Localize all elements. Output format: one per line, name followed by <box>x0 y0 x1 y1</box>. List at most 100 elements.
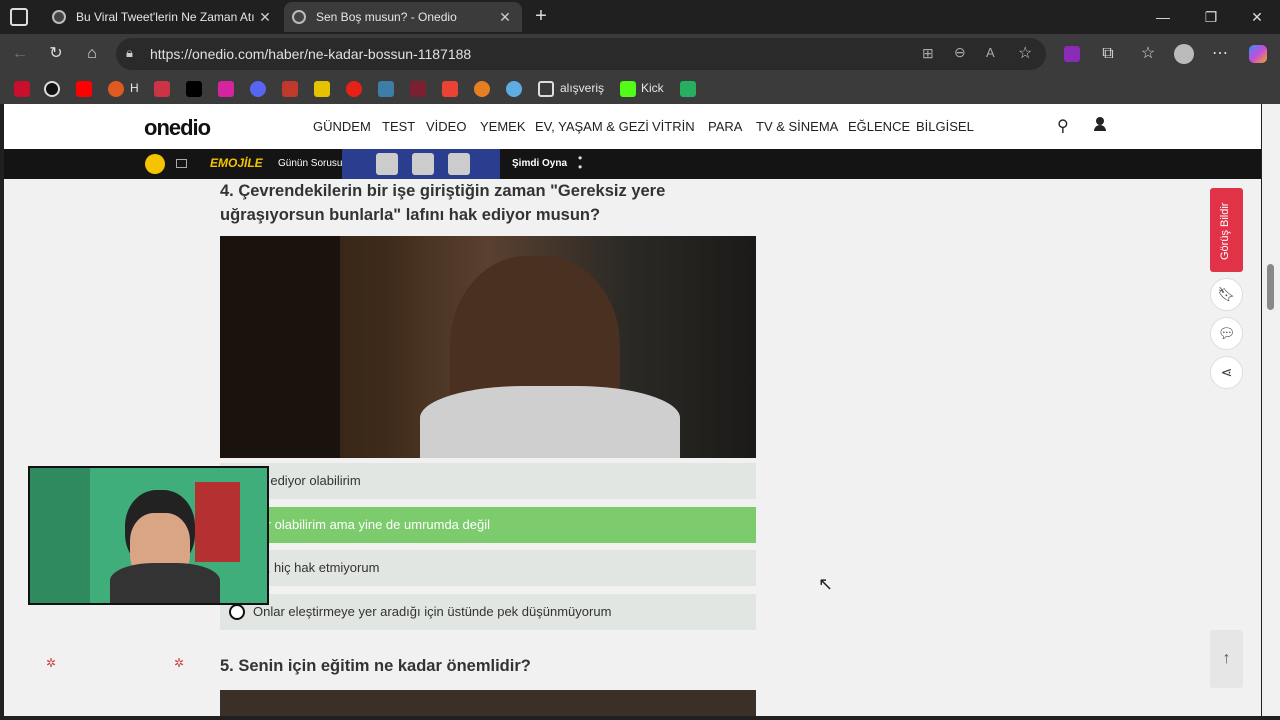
zoom-icon[interactable]: ⊖ <box>954 44 966 61</box>
close-window-button[interactable]: ✕ <box>1234 4 1280 30</box>
more-vertical-icon[interactable]: • • <box>578 152 582 173</box>
copilot-icon[interactable] <box>1246 42 1270 66</box>
face-emoji-icon <box>376 153 398 175</box>
youtube-icon[interactable] <box>76 81 92 97</box>
share-icon[interactable]: ⋖ <box>1210 356 1243 389</box>
bookmark-green-icon[interactable] <box>680 81 696 97</box>
feedback-label: Görüş Bildir <box>1219 202 1231 260</box>
bookmark-dark-icon[interactable] <box>410 81 426 97</box>
user-icon[interactable] <box>1094 117 1106 131</box>
tab-actions-icon[interactable] <box>10 8 28 26</box>
webcam-overlay <box>28 466 269 605</box>
extension-purple-icon[interactable] <box>1060 42 1084 66</box>
nav-yemek[interactable]: YEMEK <box>480 119 526 134</box>
folder-icon[interactable] <box>538 81 554 97</box>
lock-icon[interactable]: 🔒︎ <box>126 45 133 61</box>
nav-ev-yasam-gezi[interactable]: EV, YAŞAM & GEZİ <box>535 119 649 134</box>
option-3[interactable]: yır, hiç hak etmiyorum <box>220 550 756 586</box>
bookmark-icon[interactable]: 🔖︎ <box>1210 278 1243 311</box>
bookmark-cloud-icon[interactable] <box>378 81 394 97</box>
app-available-icon[interactable]: ⊞ <box>922 45 934 62</box>
nav-bilgisel[interactable]: BİLGİSEL <box>916 119 974 134</box>
bookmark-grid-icon[interactable] <box>154 81 170 97</box>
instagram-icon[interactable] <box>218 81 234 97</box>
feedback-button[interactable]: Görüş Bildir <box>1210 188 1243 272</box>
read-aloud-icon[interactable]: A <box>986 45 995 60</box>
decorative-icon: ✲ <box>46 656 57 670</box>
option-label: yır, hiç hak etmiyorum <box>253 560 380 575</box>
nav-para[interactable]: PARA <box>708 119 742 134</box>
refresh-icon[interactable]: ↻ <box>44 42 68 66</box>
more-options-icon[interactable]: ⋯ <box>1208 42 1232 66</box>
question-4-title: 4. Çevrendekilerin bir işe giriştiğin za… <box>220 182 666 224</box>
bookmark-play-icon[interactable] <box>346 81 362 97</box>
onedio-favicon-icon <box>52 10 66 24</box>
option-2-selected[interactable]: yor olabilirim ama yine de umrumda değil <box>220 507 756 543</box>
eraser-emoji-icon <box>448 153 470 175</box>
bookmark-reel-icon[interactable] <box>44 81 60 97</box>
nav-test[interactable]: TEST <box>382 119 415 134</box>
profile-avatar[interactable] <box>1172 42 1196 66</box>
scrollbar-thumb[interactable] <box>1267 264 1274 310</box>
gmail-icon[interactable] <box>442 81 458 97</box>
option-label: az ediyor olabilirim <box>253 473 361 488</box>
address-bar[interactable]: 🔒︎ https://onedio.com/haber/ne-kadar-bos… <box>116 38 1046 70</box>
site-logo[interactable]: onedio <box>144 115 211 141</box>
game-icon <box>145 154 165 174</box>
keyboard-icon <box>176 159 187 168</box>
nav-video[interactable]: VİDEO <box>426 119 466 134</box>
discord-icon[interactable] <box>250 81 266 97</box>
minimize-button[interactable]: — <box>1140 4 1186 30</box>
question-4-image <box>220 236 756 458</box>
bookmark-blue-icon[interactable] <box>506 81 522 97</box>
favorite-star-icon[interactable]: ☆ <box>1018 43 1032 63</box>
emojile-game-bar[interactable]: EMOJİLE Günün Sorusu Şimdi Oyna • • <box>4 149 1261 179</box>
option-4[interactable]: Onlar eleştirmeye yer aradığı için üstün… <box>220 594 756 630</box>
option-1[interactable]: az ediyor olabilirim <box>220 463 756 499</box>
nav-tv-sinema[interactable]: TV & SİNEMA <box>756 119 838 134</box>
favorites-icon[interactable]: ☆ <box>1136 42 1160 66</box>
simdi-oyna-link[interactable]: Şimdi Oyna <box>512 158 567 169</box>
back-icon[interactable]: ← <box>8 42 32 66</box>
url-text: https://onedio.com/haber/ne-kadar-bossun… <box>150 46 472 62</box>
tab-title: Sen Boş musun? - Onedio <box>316 10 457 24</box>
question-5-image <box>220 690 756 716</box>
bookmark-orange-icon[interactable] <box>108 81 124 97</box>
bookmark-yellow-icon[interactable] <box>314 81 330 97</box>
close-tab-icon[interactable]: ✕ <box>496 9 514 26</box>
kick-icon[interactable] <box>620 81 636 97</box>
navigation-bar: ← ↻ ⌂ 🔒︎ https://onedio.com/haber/ne-kad… <box>0 34 1280 74</box>
page-scrollbar[interactable] <box>1262 104 1280 716</box>
option-label: Onlar eleştirmeye yer aradığı için üstün… <box>253 604 612 619</box>
home-icon[interactable]: ⌂ <box>80 42 104 66</box>
tiktok-icon[interactable] <box>186 81 202 97</box>
mouse-cursor-icon: ↖ <box>818 574 834 594</box>
bookmark-red-icon[interactable] <box>14 81 30 97</box>
new-tab-button[interactable]: + <box>530 4 552 28</box>
comments-icon[interactable]: 💬︎ <box>1210 317 1243 350</box>
site-header: onedio GÜNDEM TEST VİDEO YEMEK EV, YAŞAM… <box>4 104 1261 149</box>
decorative-icon: ✲ <box>174 656 185 670</box>
gunun-sorusu-label: Günün Sorusu <box>278 158 343 169</box>
bookmark-folder-label[interactable]: alışveriş <box>560 81 604 95</box>
close-tab-icon[interactable]: ✕ <box>256 9 274 26</box>
scroll-to-top-button[interactable]: ↑ <box>1210 630 1243 688</box>
onedio-favicon-icon <box>292 10 306 24</box>
bookmark-kick-label[interactable]: Kick <box>641 81 664 95</box>
nav-eglence[interactable]: EĞLENCE <box>848 119 910 134</box>
tab-title: Bu Viral Tweet'lerin Ne Zaman Atı <box>76 10 255 24</box>
bookmark-circle-icon[interactable] <box>474 81 490 97</box>
nav-gundem[interactable]: GÜNDEM <box>313 119 371 134</box>
tab-strip: Bu Viral Tweet'lerin Ne Zaman Atı ✕ Sen … <box>0 0 1280 34</box>
bookmark-s-icon[interactable] <box>282 81 298 97</box>
radio-button[interactable] <box>229 604 245 620</box>
nav-vitrin[interactable]: VİTRİN <box>652 119 695 134</box>
emojile-brand: EMOJİLE <box>210 156 263 170</box>
search-icon[interactable]: ⚲ <box>1057 116 1069 136</box>
tab-sen-bos-musun[interactable]: Sen Boş musun? - Onedio ✕ <box>284 2 522 32</box>
restore-button[interactable]: ❐ <box>1188 4 1234 30</box>
emoji-puzzle <box>342 149 500 179</box>
extensions-icon[interactable]: ⧉ <box>1096 42 1120 66</box>
tab-viral-tweets[interactable]: Bu Viral Tweet'lerin Ne Zaman Atı ✕ <box>44 2 282 32</box>
bookmark-h-label[interactable]: H <box>130 81 139 95</box>
